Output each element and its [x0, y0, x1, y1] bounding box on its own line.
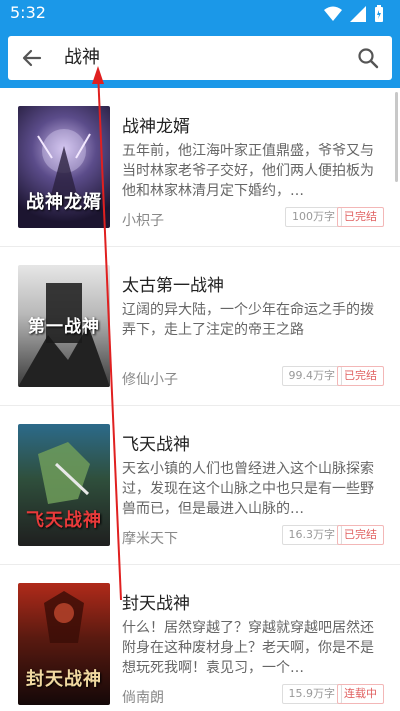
book-description: 天玄小镇的人们也曾经进入这个山脉探索过，发现在这个山脉之中也只是有一些野兽而已，… [122, 461, 374, 517]
back-arrow-icon[interactable] [20, 46, 44, 70]
search-icon[interactable] [356, 46, 380, 70]
wifi-icon [324, 6, 342, 21]
word-count-badge: 15.9万字 [281, 684, 342, 704]
book-cover: 战神龙婿 [18, 106, 110, 228]
status-badge: 已完结 [337, 366, 384, 386]
book-cover: 第一战神 [18, 265, 110, 387]
status-badge: 连载中 [337, 684, 384, 704]
book-author: 小枳子 [122, 213, 164, 229]
book-item[interactable]: 战神龙婿 战神龙婿 五年前，他江海叶家正值鼎盛，爷爷又与当时林家老爷子交好，他们… [0, 88, 400, 247]
scrollbar[interactable] [395, 92, 398, 182]
book-description: 五年前，他江海叶家正值鼎盛，爷爷又与当时林家老爷子交好，他们两人便拍板为他和林家… [122, 143, 374, 199]
word-count-badge: 16.3万字 [281, 525, 342, 545]
status-badge: 已完结 [337, 525, 384, 545]
cover-title: 封天战神 [26, 669, 102, 690]
status-icons [324, 5, 384, 23]
book-description: 辽阔的异大陆，一个少年在命运之手的拨弄下，走上了注定的帝王之路 [122, 302, 374, 338]
book-author: 摩米天下 [122, 531, 178, 547]
book-title: 封天战神 [122, 594, 190, 614]
battery-icon [375, 5, 383, 22]
book-title: 战神龙婿 [122, 117, 190, 137]
search-header: 战神 [0, 28, 400, 88]
status-badge: 已完结 [337, 207, 384, 227]
word-count-badge: 100万字 [285, 207, 342, 227]
book-title: 飞天战神 [122, 435, 190, 455]
book-cover: 飞天战神 [18, 424, 110, 546]
book-item[interactable]: 第一战神 太古第一战神 辽阔的异大陆，一个少年在命运之手的拨弄下，走上了注定的帝… [0, 247, 400, 406]
book-item[interactable]: 飞天战神 飞天战神 天玄小镇的人们也曾经进入这个山脉探索过，发现在这个山脉之中也… [0, 406, 400, 565]
search-box: 战神 [8, 36, 392, 80]
book-author: 修仙小子 [122, 372, 178, 388]
book-description: 什么！居然穿越了？穿越就穿越吧居然还附身在这种废材身上？老天啊，你是不是想玩死我… [122, 620, 374, 676]
status-bar: 5:32 [0, 0, 400, 28]
book-title: 太古第一战神 [122, 276, 224, 296]
search-result-list: 战神龙婿 战神龙婿 五年前，他江海叶家正值鼎盛，爷爷又与当时林家老爷子交好，他们… [0, 88, 400, 711]
cover-title: 飞天战神 [26, 510, 102, 531]
cover-title: 战神龙婿 [26, 192, 102, 213]
word-count-badge: 99.4万字 [281, 366, 342, 386]
status-time: 5:32 [10, 3, 46, 22]
signal-icon [350, 6, 366, 22]
book-item[interactable]: 封天战神 封天战神 什么！居然穿越了？穿越就穿越吧居然还附身在这种废材身上？老天… [0, 565, 400, 711]
book-author: 倘南朗 [122, 690, 164, 706]
search-input[interactable]: 战神 [64, 46, 100, 70]
book-cover: 封天战神 [18, 583, 110, 705]
cover-title: 第一战神 [28, 317, 100, 337]
